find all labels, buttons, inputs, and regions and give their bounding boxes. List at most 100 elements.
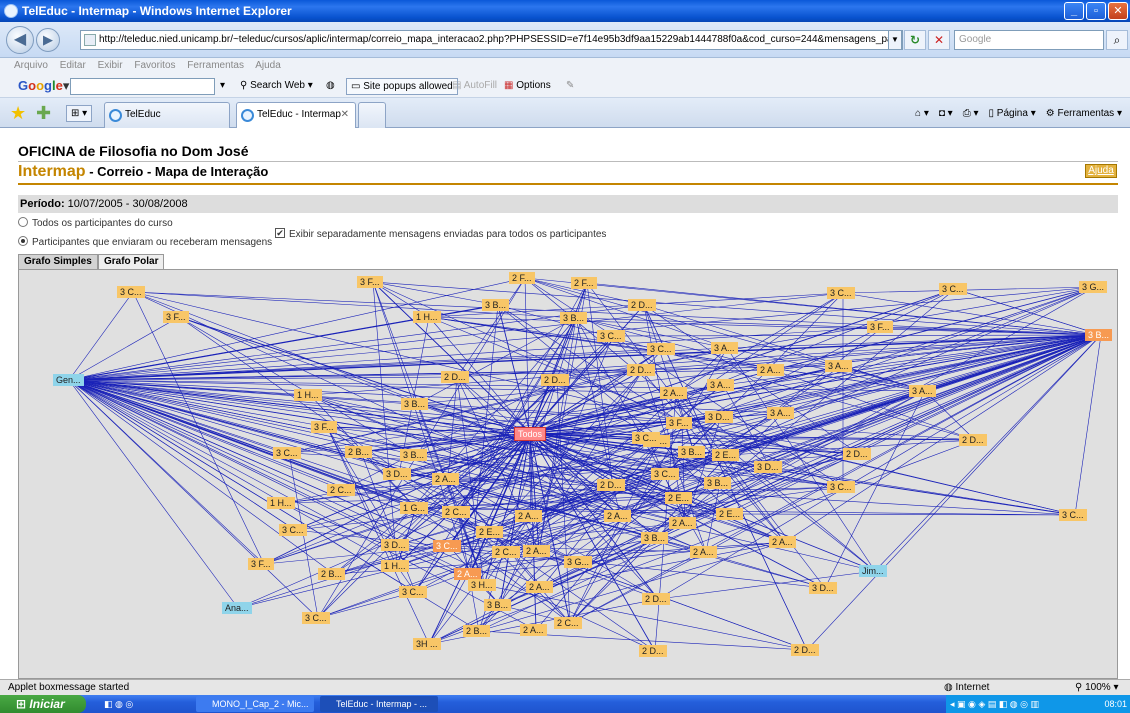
graph-node[interactable]: 2 B... (318, 568, 346, 580)
start-button[interactable]: ⊞ Iniciar (0, 695, 86, 713)
help-button[interactable]: Ajuda (1085, 164, 1117, 178)
google-search-input[interactable] (70, 78, 215, 95)
graph-node[interactable]: 3H ... (413, 638, 441, 650)
graph-node[interactable]: 3 F... (357, 276, 383, 288)
popup-blocker-button[interactable]: ▭ Site popups allowed (346, 78, 458, 95)
graph-node[interactable]: 2 E... (476, 526, 504, 538)
graph-node[interactable]: 3 G... (1079, 281, 1108, 293)
graph-node[interactable]: 3 C... (302, 612, 330, 624)
graph-node[interactable]: 3 D... (705, 411, 733, 423)
graph-node[interactable]: 1 H... (381, 560, 409, 572)
graph-node[interactable]: 3 C... (827, 481, 855, 493)
minimize-button[interactable]: _ (1064, 2, 1084, 20)
graph-node[interactable]: 2 A... (523, 545, 550, 557)
graph-node[interactable]: 3 B... (641, 532, 669, 544)
radio-selected-icon[interactable] (18, 236, 28, 247)
graph-node[interactable]: 3 C... (597, 330, 625, 342)
graph-node[interactable]: 3 A... (767, 407, 794, 419)
close-button[interactable]: ✕ (1108, 2, 1128, 20)
graph-node[interactable]: 3 B... (560, 312, 588, 324)
radio-participants-messages[interactable]: Participantes que enviaram ou receberam … (18, 236, 272, 249)
search-input[interactable]: Google (954, 30, 1104, 50)
graph-node[interactable]: 2 A... (669, 517, 696, 529)
radio-all-participants[interactable]: Todos os participantes do curso (18, 217, 173, 230)
quick-tabs-button[interactable]: ⊞ ▾ (66, 105, 93, 122)
close-tab-icon[interactable]: ✕ (341, 103, 349, 127)
graph-node[interactable]: 2 A... (604, 510, 631, 522)
graph-node[interactable]: 3 F... (248, 558, 274, 570)
menu-ajuda[interactable]: Ajuda (255, 60, 281, 71)
menu-arquivo[interactable]: Arquivo (14, 60, 48, 71)
graph-node[interactable]: 3 F... (867, 321, 893, 333)
menu-editar[interactable]: Editar (60, 60, 86, 71)
graph-node[interactable]: 2 E... (716, 508, 744, 520)
graph-node[interactable]: 2 B... (345, 446, 373, 458)
graph-node[interactable]: 3 C... (939, 283, 967, 295)
graph-node[interactable]: 3 B... (400, 449, 428, 461)
graph-node[interactable]: 3 C... (279, 524, 307, 536)
graph-node[interactable]: 3 A... (825, 360, 852, 372)
graph-node[interactable]: 2 D... (597, 479, 625, 491)
graph-node[interactable]: 3 B... (484, 599, 512, 611)
graph-node[interactable]: 2 A... (769, 536, 796, 548)
graph-node[interactable]: 2 F... (571, 277, 597, 289)
graph-node[interactable]: 3 C... (399, 586, 427, 598)
graph-node[interactable]: 2 D... (441, 371, 469, 383)
graph-node[interactable]: 2 A... (520, 624, 547, 636)
checkbox-checked-icon[interactable]: ✔ (275, 228, 285, 239)
graph-node[interactable]: 2 D... (541, 374, 569, 386)
graph-node[interactable]: 2 C... (327, 484, 355, 496)
graph-node[interactable]: 3 G... (564, 556, 593, 568)
options-button[interactable]: ▦ Options (500, 78, 555, 95)
graph-node[interactable]: 3 D... (809, 582, 837, 594)
graph-node[interactable]: 2 D... (791, 644, 819, 656)
graph-node[interactable]: 2 C... (554, 617, 582, 629)
graph-node[interactable]: 3 A... (909, 385, 936, 397)
graph-node[interactable]: 3 C... (1059, 509, 1087, 521)
new-tab-button[interactable] (358, 102, 386, 128)
feeds-icon[interactable]: ◘ ▾ (939, 104, 953, 124)
graph-node[interactable]: 3 C... (117, 286, 145, 298)
graph-node[interactable]: 1 H... (267, 497, 295, 509)
zoom-level[interactable]: ⚲ 100% ▾ (1075, 680, 1119, 696)
graph-node[interactable]: 2 C... (492, 546, 520, 558)
graph-node[interactable]: 2 D... (642, 593, 670, 605)
graph-node[interactable]: 3 B... (1085, 329, 1113, 341)
graph-node[interactable]: 2 A... (526, 581, 553, 593)
tab-grafo-polar[interactable]: Grafo Polar (98, 254, 165, 269)
address-dropdown-button[interactable]: ▼ (888, 30, 902, 50)
interaction-graph[interactable]: 3 C... 3 F... 3 F... 2 F... 2 F... 3 B... 1 H.… (18, 269, 1118, 679)
menu-favoritos[interactable]: Favoritos (134, 60, 175, 71)
search-icon[interactable]: ⌕ (1106, 30, 1128, 50)
graph-node[interactable]: 2 D... (843, 448, 871, 460)
graph-node[interactable]: 1 H... (294, 389, 322, 401)
graph-node[interactable]: 2 B... (463, 625, 491, 637)
graph-node[interactable]: 3 F... (311, 421, 337, 433)
google-search-dropdown[interactable]: ▾ (216, 78, 229, 95)
print-icon[interactable]: ⎙ ▾ (963, 104, 979, 124)
graph-node[interactable]: 3 B... (704, 477, 732, 489)
google-logo[interactable]: Google▾ (18, 78, 69, 94)
graph-node[interactable]: 3 C... (827, 287, 855, 299)
graph-node[interactable]: 2 A... (660, 387, 687, 399)
taskbar-item-intermap[interactable]: TelEduc - Intermap - ... (320, 696, 438, 712)
stop-icon[interactable]: ✕ (928, 30, 950, 50)
graph-node[interactable]: 2 D... (627, 364, 655, 376)
pencil-icon[interactable]: ✎ (562, 78, 578, 95)
search-web-button[interactable]: ⚲ Search Web ▾ (236, 78, 317, 95)
graph-node[interactable]: 3 A... (707, 379, 734, 391)
graph-node[interactable]: 3 A... (711, 342, 738, 354)
graph-node[interactable]: Jim... (859, 565, 887, 577)
menu-ferramentas[interactable]: Ferramentas (187, 60, 244, 71)
tools-menu[interactable]: ⚙ Ferramentas ▾ (1046, 104, 1122, 124)
graph-node[interactable]: 3 D... (381, 539, 409, 551)
graph-node[interactable]: 3 B... (482, 299, 510, 311)
graph-node[interactable]: 2 D... (639, 645, 667, 657)
taskbar-item-word[interactable]: MONO_I_Cap_2 - Mic... (196, 696, 314, 712)
graph-node[interactable]: 3 C... (651, 468, 679, 480)
graph-node[interactable]: 1 G... (400, 502, 429, 514)
quicklaunch-icons[interactable]: ◧ ◍ ◎ (100, 696, 160, 712)
graph-node[interactable]: 3 C... (433, 540, 461, 552)
address-input[interactable]: http://teleduc.nied.unicamp.br/~teleduc/… (80, 30, 903, 50)
autofill-button[interactable]: ▤ AutoFill (448, 78, 501, 95)
